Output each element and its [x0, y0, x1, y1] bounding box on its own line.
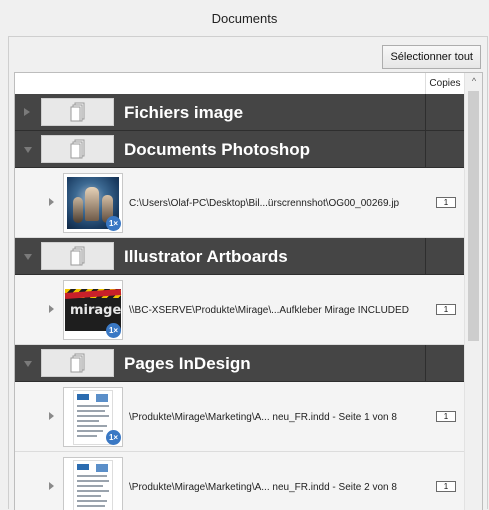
document-stack-icon	[70, 353, 85, 373]
column-separator	[425, 345, 426, 381]
column-separator	[425, 238, 426, 274]
copies-input[interactable]: 1	[436, 197, 456, 208]
document-thumbnail: mirage 1×	[63, 280, 123, 340]
copies-input[interactable]: 1	[436, 304, 456, 315]
document-path: \Produkte\Mirage\Marketing\A... neu_FR.i…	[129, 481, 397, 493]
group-thumbnail	[41, 135, 114, 163]
group-title: Documents Photoshop	[124, 140, 311, 159]
copy-count-badge: 1×	[106, 216, 121, 231]
thumbnail-text: mirage	[70, 303, 122, 318]
copy-count-badge: 1×	[106, 430, 121, 445]
document-item-row[interactable]: 1× C:\Users\Olaf-PC\Desktop\Bil...ürscre…	[15, 168, 464, 238]
document-thumbnail: 1×	[63, 387, 123, 447]
document-item-row[interactable]: 1× \Produkte\Mirage\Marketing\A... neu_F…	[15, 382, 464, 452]
copies-column-header: Copies	[425, 73, 464, 94]
scrollbar-thumb[interactable]	[468, 91, 479, 341]
expand-triangle-right-icon[interactable]	[49, 412, 54, 420]
group-row-illustrator[interactable]: Illustrator Artboards	[15, 238, 464, 275]
column-separator	[425, 131, 426, 167]
document-path: C:\Users\Olaf-PC\Desktop\Bil...ürscrenns…	[129, 197, 400, 209]
copies-input[interactable]: 1	[436, 481, 456, 492]
document-stack-icon	[70, 246, 85, 266]
vertical-scrollbar[interactable]: ^	[464, 73, 482, 510]
document-path: \Produkte\Mirage\Marketing\A... neu_FR.i…	[129, 411, 397, 423]
expand-triangle-right-icon[interactable]	[49, 198, 54, 206]
group-row-photoshop[interactable]: Documents Photoshop	[15, 131, 464, 168]
select-all-button[interactable]: Sélectionner tout	[382, 45, 481, 69]
document-stack-icon	[70, 139, 85, 159]
documents-panel: Sélectionner tout Copies Fichiers image	[8, 36, 488, 510]
document-stack-icon	[70, 102, 85, 122]
group-title: Pages InDesign	[124, 354, 251, 373]
group-thumbnail	[41, 349, 114, 377]
document-item-row[interactable]: mirage 1× \\BC-XSERVE\Produkte\Mirage\..…	[15, 275, 464, 345]
column-header: Copies	[15, 73, 482, 94]
column-separator	[425, 94, 426, 130]
group-row-indesign[interactable]: Pages InDesign	[15, 345, 464, 382]
collapse-triangle-down-icon[interactable]	[24, 147, 32, 153]
chevron-up-icon[interactable]: ^	[469, 76, 479, 86]
copies-input[interactable]: 1	[436, 411, 456, 422]
group-thumbnail	[41, 242, 114, 270]
document-thumbnail	[63, 457, 123, 510]
window-title: Documents	[211, 10, 278, 26]
group-thumbnail	[41, 98, 114, 126]
document-list: Copies Fichiers image Documents Photosho…	[14, 72, 483, 510]
document-path: \\BC-XSERVE\Produkte\Mirage\...Aufkleber…	[129, 304, 409, 316]
collapse-triangle-down-icon[interactable]	[24, 254, 32, 260]
copy-count-badge: 1×	[106, 323, 121, 338]
expand-triangle-right-icon[interactable]	[24, 108, 30, 116]
collapse-triangle-down-icon[interactable]	[24, 361, 32, 367]
document-thumbnail: 1×	[63, 173, 123, 233]
page-thumbnail-image	[73, 460, 113, 510]
group-title: Illustrator Artboards	[124, 247, 288, 266]
group-title: Fichiers image	[124, 103, 244, 122]
group-row-image-files[interactable]: Fichiers image	[15, 94, 464, 131]
expand-triangle-right-icon[interactable]	[49, 482, 54, 490]
rows-container: Fichiers image Documents Photoshop 1× C:…	[15, 94, 464, 510]
document-item-row[interactable]: \Produkte\Mirage\Marketing\A... neu_FR.i…	[15, 452, 464, 510]
expand-triangle-right-icon[interactable]	[49, 305, 54, 313]
